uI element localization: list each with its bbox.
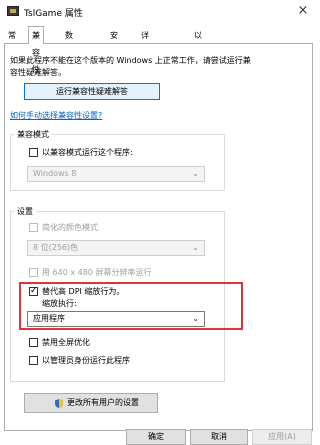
run-as-admin-checkbox[interactable]: [29, 356, 38, 365]
tab-security[interactable]: 安全: [106, 28, 122, 54]
color-select: 8 位(256)色 ⌄: [27, 240, 205, 256]
settings-group-label: 设置: [14, 206, 36, 217]
run-as-admin-label: 以管理员身份运行此程序: [42, 356, 130, 365]
shield-icon: [55, 399, 63, 408]
dpi-scaling-select[interactable]: 应用程序 ⌄: [27, 311, 205, 327]
tab-compatibility[interactable]: 兼容性: [28, 26, 44, 74]
manual-settings-link[interactable]: 如何手动选择兼容性设置?: [10, 110, 102, 121]
compat-mode-group: [10, 134, 225, 191]
chevron-down-icon: ⌄: [192, 169, 199, 178]
color-select-value: 8 位(256)色: [33, 243, 79, 252]
run-640-checkbox: [29, 268, 38, 277]
troubleshoot-description: 如果此程序不能在这个版本的 Windows 上正常工作，请尝试运行兼 容性疑难解…: [10, 55, 300, 79]
apply-button[interactable]: 应用(A): [252, 429, 312, 445]
checkmark-icon: ✓: [30, 286, 38, 296]
change-all-users-button[interactable]: 更改所有用户的设置: [24, 393, 158, 413]
os-select: Windows 8 ⌄: [27, 166, 205, 182]
title-bar: TslGame 属性 ×: [0, 0, 319, 22]
reduced-color-label: 简化的颜色模式: [42, 223, 98, 232]
run-troubleshooter-button[interactable]: 运行兼容性疑难解答: [24, 83, 160, 100]
chevron-down-icon: ⌄: [192, 314, 199, 323]
cancel-button[interactable]: 取消: [190, 429, 248, 445]
dpi-override-label-2: 缩放执行:: [42, 299, 77, 308]
compat-mode-group-label: 兼容模式: [14, 129, 52, 140]
window-title: TslGame 属性: [24, 9, 83, 19]
disable-fullscreen-checkbox[interactable]: [29, 338, 38, 347]
description-line: 容性疑难解答。: [10, 67, 300, 79]
tab-previous-versions[interactable]: 以前的版本: [190, 28, 206, 96]
description-line: 如果此程序不能在这个版本的 Windows 上正常工作，请尝试运行兼: [10, 56, 251, 65]
tab-details[interactable]: 详细信息: [137, 28, 153, 82]
compat-mode-label: 以兼容模式运行这个程序:: [42, 148, 133, 157]
reduced-color-checkbox: [29, 223, 38, 232]
compat-mode-checkbox[interactable]: [29, 148, 38, 157]
tab-general[interactable]: 常规: [4, 28, 20, 54]
dpi-select-value: 应用程序: [33, 314, 65, 323]
os-select-value: Windows 8: [33, 169, 77, 178]
change-all-users-label: 更改所有用户的设置: [67, 398, 139, 407]
dpi-override-checkbox[interactable]: ✓: [29, 286, 38, 296]
ok-button[interactable]: 确定: [126, 429, 186, 445]
run-640-label: 用 640 x 480 屏幕分辨率运行: [42, 268, 152, 277]
dpi-override-label: 替代高 DPI 缩放行为。: [42, 287, 125, 296]
close-icon[interactable]: ×: [294, 3, 312, 18]
tab-digital-signatures[interactable]: 数字签名: [61, 28, 77, 82]
disable-fullscreen-label: 禁用全屏优化: [42, 338, 90, 347]
chevron-down-icon: ⌄: [192, 243, 199, 252]
app-icon: [7, 6, 19, 16]
